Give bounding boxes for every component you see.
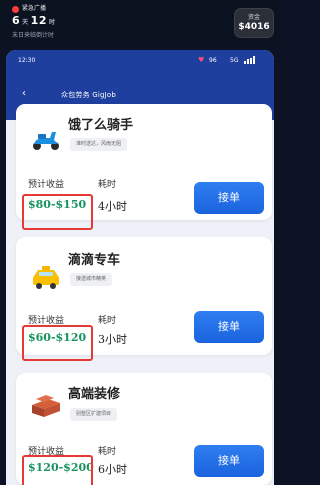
phone-screen: 12:30 ♥ 96 5G ‹ 众包劳务 GigJob 饿了么骑手 准时送达，风… [6,50,274,485]
duration-value: 3小时 [98,333,127,346]
job-title: 饿了么骑手 [68,118,134,133]
accept-job-button[interactable]: 接单 [194,311,264,343]
countdown-day-unit: 天 [22,19,29,26]
signal-icon [244,56,258,64]
balance-badge[interactable]: 资金 $4016 [234,8,274,38]
highlight-box [22,455,93,485]
job-title: 滴滴专车 [68,253,121,268]
job-card: 饿了么骑手 准时送达，风雨无阻 预计收益 耗时 $80-$150 4小时 接单 [16,104,272,230]
taxi-icon [33,266,59,289]
page-title: 众包劳务 GigJob [61,91,117,99]
job-tag: 接送城市精英 [70,273,113,286]
live-label: 紧急广播 [22,5,47,12]
accept-job-button[interactable]: 接单 [194,182,264,214]
countdown-hour-unit: 时 [48,19,56,26]
live-indicator-icon [12,6,19,13]
job-tag: 准时送达，风雨无阻 [70,138,128,151]
countdown-subtitle: 末日来临倒计时 [12,32,55,39]
highlight-box [22,194,93,230]
bricks-icon [32,395,60,417]
balance-value: $4016 [238,22,270,32]
countdown-days: 6 [12,14,21,27]
job-card: 滴滴专车 接送城市精英 预计收益 耗时 $60-$120 3小时 接单 [16,237,272,361]
job-title: 高端装修 [68,387,121,402]
duration-label: 耗时 [98,316,117,326]
network-type: 5G [230,57,239,64]
accept-job-button[interactable]: 接单 [194,445,264,477]
countdown: 6 天 12 时 [12,14,58,27]
battery-heart-icon: ♥ [198,56,205,64]
job-card: 高端装修 别墅区扩建项目 预计收益 耗时 $120-$200 6小时 接单 [16,373,272,485]
duration-value: 6小时 [98,463,127,476]
job-tag: 别墅区扩建项目 [70,408,118,421]
income-label: 预计收益 [28,180,65,190]
game-top-overlay: 紧急广播 6 天 12 时 末日来临倒计时 资金 $4016 [0,0,280,46]
duration-label: 耗时 [98,447,117,457]
duration-label: 耗时 [98,180,117,190]
balance-label: 资金 [247,14,260,21]
duration-value: 4小时 [98,200,127,213]
scooter-icon [33,132,59,150]
back-icon[interactable]: ‹ [22,88,26,99]
battery-level: 96 [209,57,217,64]
status-bar: 12:30 ♥ 96 5G [6,50,274,72]
status-time: 12:30 [18,57,36,64]
highlight-box [22,325,93,361]
countdown-hours: 12 [30,14,47,27]
